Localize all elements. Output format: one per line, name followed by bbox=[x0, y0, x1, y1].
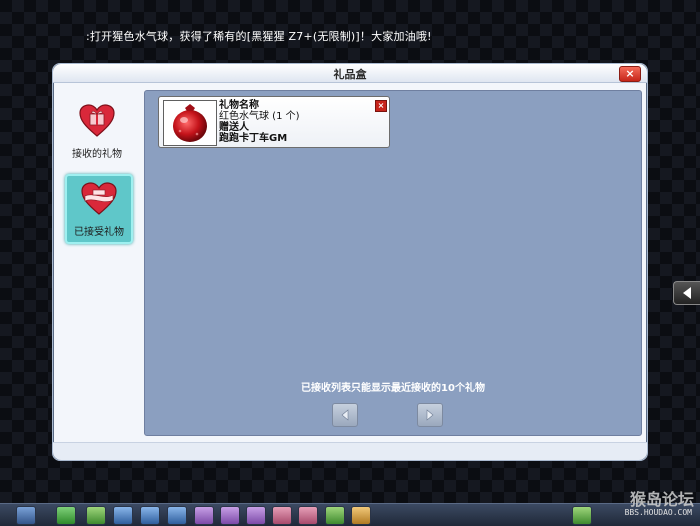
home-icon[interactable] bbox=[113, 506, 133, 525]
heart-gift-icon bbox=[79, 104, 115, 137]
gift-icon[interactable] bbox=[194, 506, 214, 525]
side-panel-toggle[interactable] bbox=[673, 281, 700, 305]
gift-list-notice: 已接收列表只能显示最近接收的10个礼物 bbox=[301, 383, 485, 394]
gift-item-name: 红色水气球 (1 个) bbox=[219, 111, 300, 122]
tools-icon[interactable] bbox=[140, 506, 160, 525]
mail-icon[interactable] bbox=[351, 506, 371, 525]
friends-icon[interactable] bbox=[298, 506, 318, 525]
window-footer bbox=[53, 442, 647, 460]
arrow-left-icon bbox=[683, 287, 691, 299]
garage-icon[interactable] bbox=[167, 506, 187, 525]
gift-details: 礼物名称 红色水气球 (1 个) 赠送人 跑跑卡丁车GM bbox=[219, 100, 300, 144]
arrow-left-icon bbox=[341, 409, 349, 421]
gift-sidebar: 接收的礼物 已接受礼物 bbox=[53, 84, 141, 444]
arrow-right-icon bbox=[426, 409, 434, 421]
gift-name-label: 礼物名称 bbox=[219, 100, 259, 111]
back-arrow-icon[interactable] bbox=[56, 506, 76, 525]
watermark-logo: 猴岛论坛 bbox=[629, 490, 694, 509]
close-button[interactable]: × bbox=[619, 66, 641, 82]
team-icon[interactable] bbox=[220, 506, 240, 525]
game-taskbar bbox=[0, 503, 700, 526]
tab-accepted-gifts-label: 已接受礼物 bbox=[74, 227, 124, 238]
red-water-balloon-icon bbox=[173, 104, 207, 142]
window-titlebar[interactable]: 礼品盒 × bbox=[53, 64, 647, 83]
gift-list-panel: 礼物名称 红色水气球 (1 个) 赠送人 跑跑卡丁车GM × 已接收列表只能显示… bbox=[144, 90, 642, 436]
gift-item-card[interactable]: 礼物名称 红色水气球 (1 个) 赠送人 跑跑卡丁车GM × bbox=[158, 96, 390, 148]
tab-received-gifts[interactable]: 接收的礼物 bbox=[65, 98, 129, 164]
gift-remove-button[interactable]: × bbox=[375, 100, 387, 112]
gift-sender-label: 赠送人 bbox=[219, 122, 249, 133]
gift-thumbnail bbox=[163, 100, 217, 146]
gift-box-window: 礼品盒 × 接收的礼物 已接受礼物 礼物名称 红色水气球 (1 个) 赠送人 跑… bbox=[52, 63, 648, 461]
shop-cart-icon[interactable] bbox=[86, 506, 106, 525]
chat-icon[interactable] bbox=[325, 506, 345, 525]
heart-icon[interactable] bbox=[246, 506, 266, 525]
start-menu-icon[interactable] bbox=[16, 506, 36, 525]
notepad-icon[interactable] bbox=[572, 506, 592, 525]
system-announcement: :打开猩色水气球，获得了稀有的[黑猩猩 Z7+(无限制)]！大家加油哦! bbox=[86, 30, 432, 43]
heart-ribbon-icon bbox=[81, 182, 117, 215]
window-title: 礼品盒 bbox=[333, 68, 367, 81]
tab-accepted-gifts[interactable]: 已接受礼物 bbox=[65, 174, 133, 244]
watermark-url: BBS.HOUDAO.COM bbox=[624, 508, 692, 517]
book-icon[interactable] bbox=[272, 506, 292, 525]
gift-sender-name: 跑跑卡丁车GM bbox=[219, 133, 288, 144]
tab-received-gifts-label: 接收的礼物 bbox=[72, 149, 122, 160]
prev-page-button[interactable] bbox=[332, 403, 358, 427]
next-page-button[interactable] bbox=[417, 403, 443, 427]
